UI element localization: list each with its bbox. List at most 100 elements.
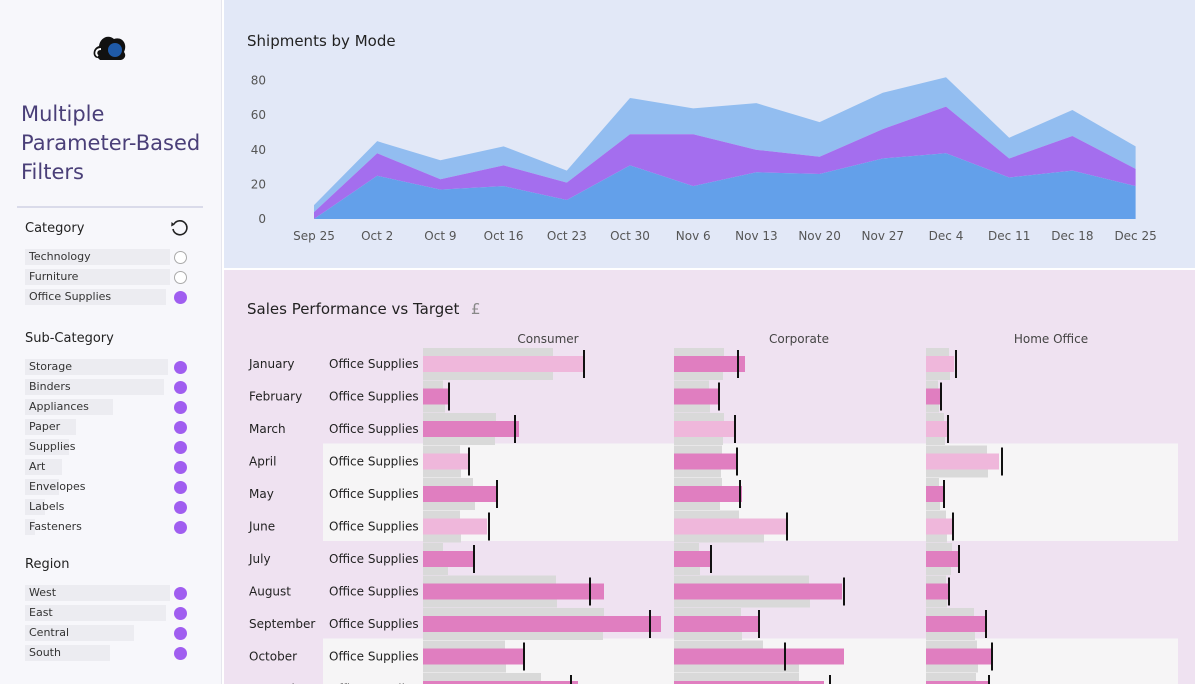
radio-unselected-icon[interactable] <box>174 271 187 284</box>
target-marker <box>583 350 585 378</box>
target-band-lower <box>423 534 461 543</box>
radio-selected-icon[interactable] <box>174 401 187 414</box>
category-row-label: Office Supplies <box>329 585 419 599</box>
target-band-lower <box>674 437 723 445</box>
target-marker <box>589 577 591 606</box>
target-band-upper <box>423 608 604 616</box>
filter-item-paper[interactable]: Paper <box>25 417 195 437</box>
filter-item-envelopes[interactable]: Envelopes <box>25 477 195 497</box>
sales-bar <box>674 486 742 502</box>
target-band-lower <box>423 567 448 575</box>
filter-item-label: Storage <box>29 360 73 373</box>
target-band-upper <box>423 445 460 454</box>
sales-bar <box>674 551 712 567</box>
target-band-lower <box>926 664 978 673</box>
filter-item-art[interactable]: Art <box>25 457 195 477</box>
target-marker <box>947 415 949 443</box>
target-band-lower <box>674 502 720 510</box>
category-row-label: Office Supplies <box>329 455 419 469</box>
radio-selected-icon[interactable] <box>174 481 187 494</box>
segment-header: Home Office <box>1014 332 1088 346</box>
filter-item-technology[interactable]: Technology <box>25 247 195 267</box>
category-filter-list: Technology Furniture Office Supplies <box>25 247 195 307</box>
radio-selected-icon[interactable] <box>174 627 187 640</box>
radio-selected-icon[interactable] <box>174 381 187 394</box>
radio-selected-icon[interactable] <box>174 461 187 474</box>
target-marker <box>1001 447 1003 476</box>
filter-item-east[interactable]: East <box>25 603 195 623</box>
y-tick-label: 20 <box>251 177 266 191</box>
reset-icon[interactable] <box>170 219 188 237</box>
target-band-lower <box>674 632 742 640</box>
month-label: August <box>249 585 291 599</box>
filter-item-label: South <box>29 646 61 659</box>
target-band-upper <box>423 640 505 649</box>
sales-bar <box>423 551 473 567</box>
target-marker <box>718 382 720 411</box>
x-tick-label: Nov 13 <box>735 229 778 243</box>
sales-bullet-chart: Consumer Corporate Home Office January Offic… <box>248 332 1178 684</box>
target-band-upper <box>674 543 699 551</box>
sales-bar <box>423 388 448 405</box>
radio-selected-icon[interactable] <box>174 521 187 534</box>
x-tick-label: Nov 27 <box>862 229 905 243</box>
radio-selected-icon[interactable] <box>174 421 187 434</box>
radio-selected-icon[interactable] <box>174 607 187 620</box>
sales-bar <box>423 648 523 665</box>
target-band-upper <box>674 413 724 421</box>
sales-bar <box>674 421 734 437</box>
region-filter-title: Region <box>25 557 70 572</box>
filter-item-west[interactable]: West <box>25 583 195 603</box>
subcategory-filter-title: Sub-Category <box>25 331 114 346</box>
filter-item-south[interactable]: South <box>25 643 195 663</box>
category-row-label: Office Supplies <box>329 650 419 664</box>
filter-item-storage[interactable]: Storage <box>25 357 195 377</box>
target-band-upper <box>423 348 553 356</box>
category-row-label: Office Supplies <box>329 357 419 371</box>
radio-selected-icon[interactable] <box>174 647 187 660</box>
target-marker <box>448 382 450 411</box>
filter-item-labels[interactable]: Labels <box>25 497 195 517</box>
x-tick-label: Oct 30 <box>610 229 650 243</box>
target-band-lower <box>423 372 553 380</box>
target-band-upper <box>926 478 939 486</box>
radio-selected-icon[interactable] <box>174 501 187 514</box>
radio-unselected-icon[interactable] <box>174 251 187 264</box>
target-band-upper <box>423 478 473 486</box>
radio-selected-icon[interactable] <box>174 441 187 454</box>
subcategory-filter-list: Storage Binders Appliances Paper Supplies Art… <box>25 357 195 537</box>
filter-item-label: Office Supplies <box>29 290 112 303</box>
filter-item-binders[interactable]: Binders <box>25 377 195 397</box>
filter-item-label: Paper <box>29 420 61 433</box>
sales-bar <box>674 583 842 600</box>
target-band-lower <box>423 502 475 510</box>
x-tick-label: Nov 20 <box>798 229 841 243</box>
shipments-chart-title: Shipments by Mode <box>247 32 396 50</box>
target-marker <box>991 642 993 671</box>
category-row-label: Office Supplies <box>329 617 419 631</box>
radio-selected-icon[interactable] <box>174 361 187 374</box>
filter-item-supplies[interactable]: Supplies <box>25 437 195 457</box>
filter-item-office-supplies[interactable]: Office Supplies <box>25 287 195 307</box>
category-filter-title: Category <box>25 221 85 236</box>
region-filter-list: West East Central South <box>25 583 195 663</box>
month-label: April <box>249 455 276 469</box>
divider <box>17 206 203 208</box>
filter-item-appliances[interactable]: Appliances <box>25 397 195 417</box>
target-marker <box>952 512 954 541</box>
y-tick-label: 60 <box>251 108 266 122</box>
month-label: September <box>249 617 315 631</box>
filter-item-label: Furniture <box>29 270 79 283</box>
filter-item-central[interactable]: Central <box>25 623 195 643</box>
radio-selected-icon[interactable] <box>174 587 187 600</box>
target-band-lower <box>674 599 810 608</box>
radio-selected-icon[interactable] <box>174 291 187 304</box>
target-marker <box>710 545 712 573</box>
sales-bar <box>674 356 745 372</box>
filter-item-label: Envelopes <box>29 480 86 493</box>
sales-bar <box>926 421 948 437</box>
filter-item-furniture[interactable]: Furniture <box>25 267 195 287</box>
filter-item-fasteners[interactable]: Fasteners <box>25 517 195 537</box>
target-band-lower <box>423 632 603 640</box>
y-tick-label: 80 <box>251 74 266 88</box>
